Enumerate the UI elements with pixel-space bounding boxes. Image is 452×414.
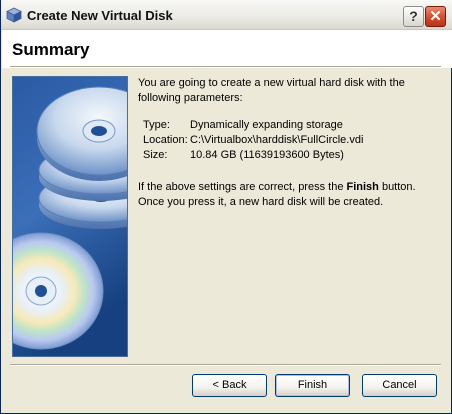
disk-stack-graphic	[36, 86, 127, 229]
param-value: C:\Virtualbox\harddisk\FullCircle.vdi	[190, 134, 364, 146]
confirm-text-pre: If the above settings are correct, press…	[138, 181, 347, 193]
finish-button[interactable]: Finish	[275, 374, 350, 397]
intro-text: You are going to create a new virtual ha…	[138, 77, 405, 104]
param-label: Location:	[143, 134, 188, 146]
param-label: Size:	[143, 149, 168, 161]
header-divider	[10, 66, 441, 68]
back-button[interactable]: < Back	[192, 374, 267, 397]
close-button[interactable]: ✕	[425, 6, 446, 27]
param-value: Dynamically expanding storage	[190, 119, 343, 131]
title-bar[interactable]: Create New Virtual Disk ? ✕	[1, 0, 452, 30]
confirm-text: If the above settings are correct, press…	[138, 180, 438, 210]
help-button[interactable]: ?	[403, 6, 424, 27]
footer-divider	[10, 364, 441, 366]
param-label: Type:	[143, 119, 170, 131]
wizard-header: Summary	[2, 30, 452, 68]
confirm-text-bold: Finish	[346, 181, 379, 193]
window-title: Create New Virtual Disk	[27, 8, 173, 23]
cancel-button[interactable]: Cancel	[362, 374, 437, 397]
page-title: Summary	[12, 40, 90, 59]
sidebar-image	[12, 76, 128, 357]
virtualbox-icon	[6, 7, 22, 23]
dialog-window: Create New Virtual Disk ? ✕ Summary You …	[0, 0, 452, 414]
param-value: 10.84 GB (11639193600 Bytes)	[190, 149, 344, 161]
